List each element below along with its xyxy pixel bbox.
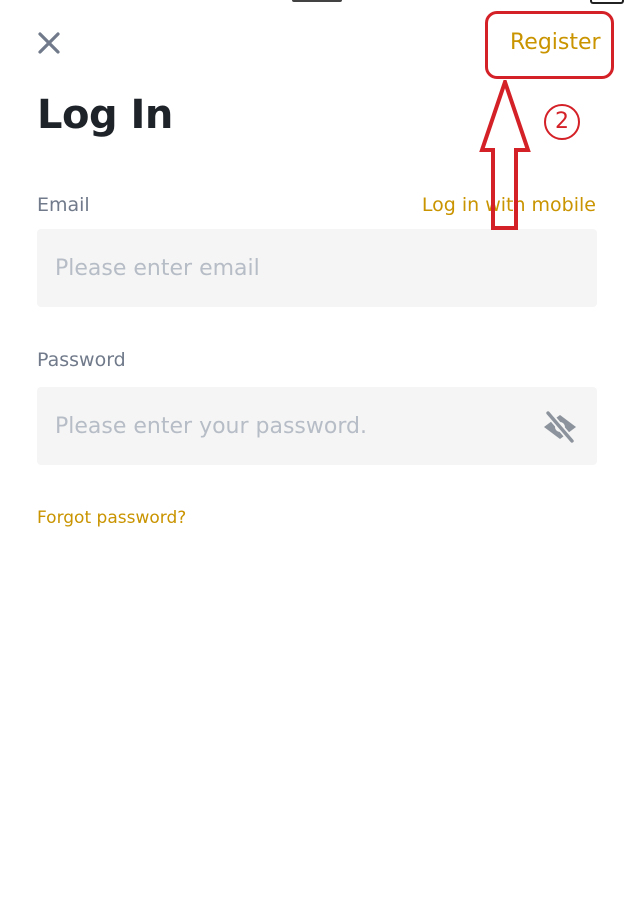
password-visibility-toggle[interactable] <box>541 410 579 444</box>
eye-off-icon <box>544 410 576 444</box>
annotation-step-number: 2 <box>544 104 580 140</box>
forgot-password-link[interactable]: Forgot password? <box>37 508 186 528</box>
email-label: Email <box>37 194 90 216</box>
battery-icon <box>590 0 624 4</box>
close-button[interactable] <box>34 28 64 58</box>
password-input[interactable] <box>37 387 597 465</box>
annotation-arrow-icon <box>479 80 531 230</box>
password-label: Password <box>37 349 126 371</box>
status-time <box>292 0 342 2</box>
close-icon <box>38 32 60 54</box>
page-title: Log In <box>37 92 173 138</box>
email-input[interactable] <box>37 229 597 307</box>
signal-icon <box>8 0 88 4</box>
annotation-highlight-box <box>485 11 614 79</box>
status-bar <box>0 0 634 6</box>
